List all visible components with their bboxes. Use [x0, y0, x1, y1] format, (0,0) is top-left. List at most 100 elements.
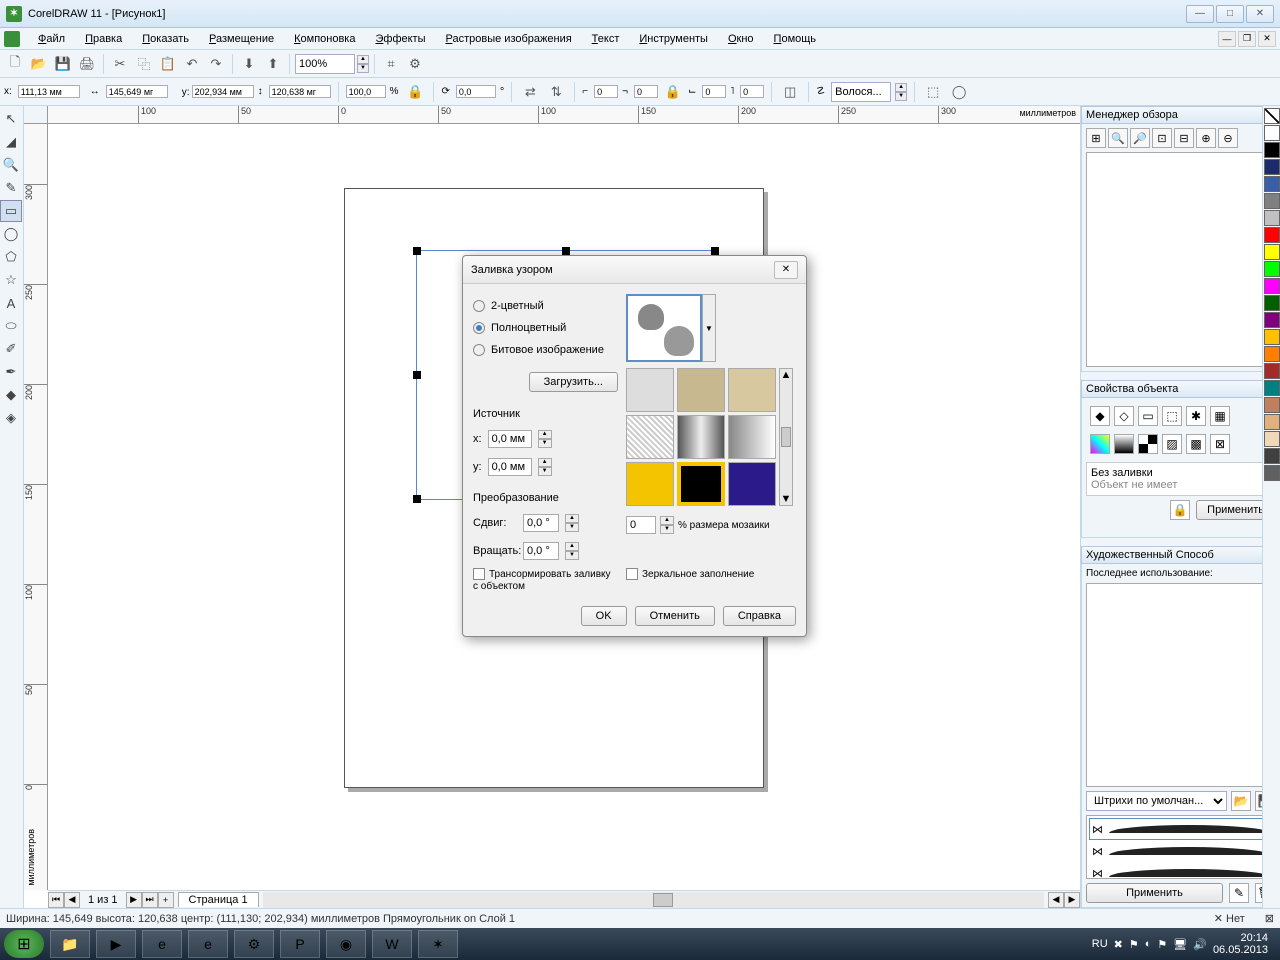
width-input[interactable]	[106, 85, 168, 98]
horizontal-scrollbar[interactable]	[263, 892, 1044, 908]
rotation-input[interactable]	[456, 85, 496, 98]
mirror-v-icon[interactable]: ⇅	[545, 81, 567, 103]
color-swatch[interactable]	[1264, 397, 1280, 413]
corner-lock-icon[interactable]: 🔒	[662, 81, 684, 103]
copy-icon[interactable]: ⿻	[133, 53, 155, 75]
tray-icon[interactable]: ⚑	[1129, 938, 1139, 951]
texture-fill-icon[interactable]: ▨	[1162, 434, 1182, 454]
paste-icon[interactable]: 📋	[157, 53, 179, 75]
corner-tl-input[interactable]	[594, 85, 618, 98]
pattern-dropdown-button[interactable]: ▼	[702, 294, 716, 362]
no-fill-icon[interactable]: ⊠	[1210, 434, 1230, 454]
save-icon[interactable]: 💾	[52, 53, 74, 75]
bitmap-radio[interactable]: Битовое изображение	[473, 344, 618, 356]
minimize-button[interactable]: —	[1186, 5, 1214, 23]
first-page-button[interactable]: ⏮	[48, 892, 64, 908]
pattern-scrollbar[interactable]: ▲▼	[779, 368, 793, 506]
shape-tool[interactable]: ◢	[0, 131, 22, 153]
menu-помощь[interactable]: Помощь	[764, 30, 827, 48]
pos-x-input[interactable]	[18, 85, 80, 98]
import-icon[interactable]: ⬇	[238, 53, 260, 75]
snap-icon[interactable]: ⌗	[380, 53, 402, 75]
tray-icon[interactable]: ✖	[1114, 938, 1123, 951]
freehand-tool[interactable]: ✎	[0, 177, 22, 199]
pattern-swatch-2[interactable]	[677, 368, 725, 412]
system-tray[interactable]: RU ✖ ⚑ ◐ ⚑ 🖥 🔊 20:14 06.05.2013	[1092, 932, 1276, 956]
rectangle-tool[interactable]: ▭	[0, 200, 22, 222]
color-swatch[interactable]	[1264, 142, 1280, 158]
color-swatch[interactable]	[1264, 176, 1280, 192]
gradient-fill-icon[interactable]	[1114, 434, 1134, 454]
transform-with-object-checkbox[interactable]	[473, 568, 485, 580]
pattern-swatch-3[interactable]	[728, 368, 776, 412]
full-color-radio[interactable]: Полноцветный	[473, 322, 618, 334]
menu-файл[interactable]: Файл	[28, 30, 75, 48]
mdi-minimize-button[interactable]: —	[1218, 31, 1236, 47]
text-tool[interactable]: A	[0, 292, 22, 314]
pattern-fill-icon[interactable]	[1138, 434, 1158, 454]
handle-l[interactable]	[413, 371, 421, 379]
menu-эффекты[interactable]: Эффекты	[365, 30, 435, 48]
tile-size-input[interactable]	[626, 516, 656, 534]
tray-icon[interactable]: 🖥	[1173, 938, 1187, 951]
color-swatch[interactable]	[1264, 261, 1280, 277]
color-swatch[interactable]	[1264, 244, 1280, 260]
color-swatch[interactable]	[1264, 380, 1280, 396]
zoom-input[interactable]	[295, 54, 355, 74]
curve-tab-icon[interactable]: ⬚	[1162, 406, 1182, 426]
color-swatch[interactable]	[1264, 329, 1280, 345]
color-swatch[interactable]	[1264, 414, 1280, 430]
color-swatch[interactable]	[1264, 295, 1280, 311]
ellipse-tool[interactable]: ◯	[0, 223, 22, 245]
pattern-swatch-4[interactable]	[626, 415, 674, 459]
rotate-input[interactable]	[523, 542, 559, 560]
zoom-all-icon[interactable]: ⊟	[1174, 128, 1194, 148]
horizontal-ruler[interactable]: миллиметров 10050050100150200250300	[48, 106, 1080, 124]
mirror-h-icon[interactable]: ⇄	[519, 81, 541, 103]
color-swatch[interactable]	[1264, 346, 1280, 362]
corner-br-input[interactable]	[740, 85, 764, 98]
color-swatch[interactable]	[1264, 193, 1280, 209]
zoom-tool[interactable]: 🔍	[0, 154, 22, 176]
options-icon[interactable]: ⚙	[404, 53, 426, 75]
recent-strokes-box[interactable]	[1086, 583, 1275, 787]
web-tab-icon[interactable]: ✱	[1186, 406, 1206, 426]
task-chrome[interactable]: ◉	[326, 930, 366, 958]
task-app2[interactable]: P	[280, 930, 320, 958]
task-explorer[interactable]: 📁	[50, 930, 90, 958]
outline-width-input[interactable]	[831, 82, 891, 102]
handle-tl[interactable]	[413, 247, 421, 255]
dialog-titlebar[interactable]: Заливка узором ✕	[463, 256, 806, 284]
menu-размещение[interactable]: Размещение	[199, 30, 284, 48]
scale-x-input[interactable]	[346, 85, 386, 98]
task-ie[interactable]: e	[142, 930, 182, 958]
zoom-width-icon[interactable]: ⊖	[1218, 128, 1238, 148]
fountain-fill-icon[interactable]	[1090, 434, 1110, 454]
menu-правка[interactable]: Правка	[75, 30, 132, 48]
scroll-left-button[interactable]: ◀	[1048, 892, 1064, 908]
color-swatch[interactable]	[1264, 278, 1280, 294]
mdi-restore-button[interactable]: ❐	[1238, 31, 1256, 47]
fill-tab-icon[interactable]: ◆	[1090, 406, 1110, 426]
menu-растровые изображения[interactable]: Растровые изображения	[436, 30, 582, 48]
ok-button[interactable]: OK	[581, 606, 627, 626]
fill-tool[interactable]: ◆	[0, 384, 22, 406]
start-button[interactable]: ⊞	[4, 930, 44, 958]
redo-icon[interactable]: ↷	[205, 53, 227, 75]
load-button[interactable]: Загрузить...	[529, 372, 618, 392]
lock-ratio-icon[interactable]: 🔒	[404, 81, 426, 103]
task-media[interactable]: ▶	[96, 930, 136, 958]
postscript-fill-icon[interactable]: ▩	[1186, 434, 1206, 454]
dialog-close-button[interactable]: ✕	[774, 261, 798, 279]
color-swatch[interactable]	[1264, 210, 1280, 226]
open-icon[interactable]: 📂	[28, 53, 50, 75]
pattern-preview[interactable]	[626, 294, 702, 362]
cancel-button[interactable]: Отменить	[635, 606, 715, 626]
zoom-page-icon[interactable]: ⊕	[1196, 128, 1216, 148]
stroke-preset-1[interactable]: ⋈	[1089, 818, 1272, 840]
menu-компоновка[interactable]: Компоновка	[284, 30, 365, 48]
stroke-preset-3[interactable]: ⋈	[1089, 862, 1272, 879]
clock[interactable]: 20:14 06.05.2013	[1213, 932, 1268, 956]
object-properties-title[interactable]: Свойства объекта✕	[1081, 380, 1280, 398]
pattern-swatch-8[interactable]	[677, 462, 725, 506]
